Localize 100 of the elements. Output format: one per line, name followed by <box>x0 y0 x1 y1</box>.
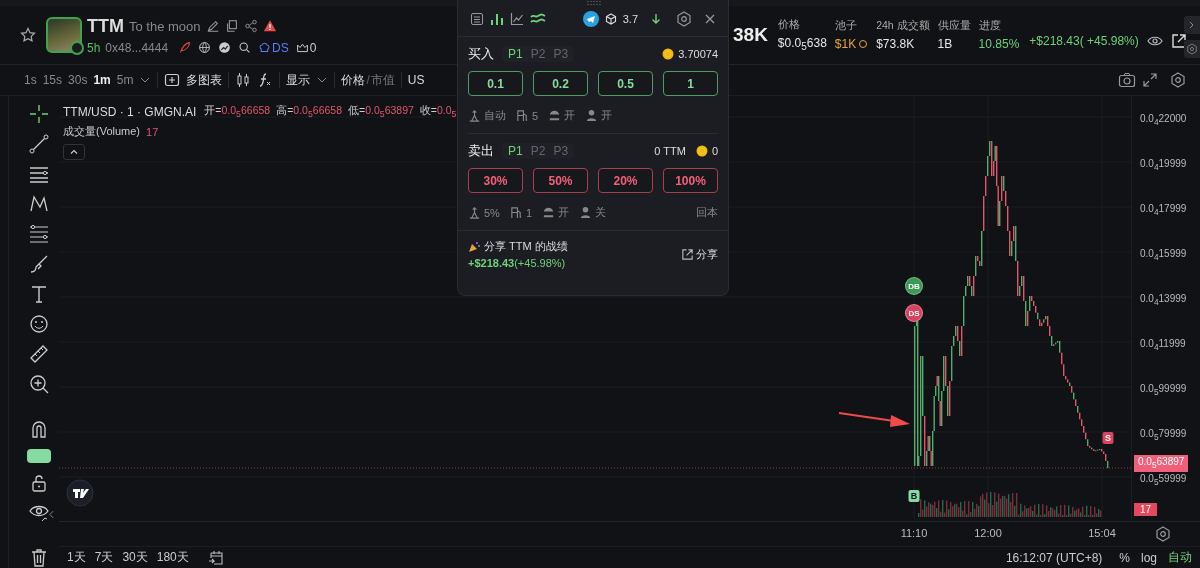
pattern-icon[interactable] <box>29 194 49 214</box>
globe-icon[interactable] <box>198 41 212 54</box>
drag-handle-icon[interactable] <box>587 0 601 6</box>
horizontal-lines-icon[interactable] <box>29 164 49 184</box>
trash-icon[interactable] <box>29 548 49 568</box>
buy-amount-button[interactable]: 0.5 <box>598 71 653 96</box>
ohlc-value: 开=0.0$_{5}$66658 <box>204 104 271 120</box>
arrow-annotation <box>838 412 910 427</box>
coin-icon <box>695 145 708 157</box>
setting-value: 5 <box>532 109 539 122</box>
line-chart-icon[interactable] <box>510 12 524 26</box>
buy-amount-button[interactable]: 0.2 <box>533 71 588 96</box>
dev-label[interactable]: DS <box>272 40 289 55</box>
sell-amount-button[interactable]: 30% <box>468 168 523 193</box>
multi-chart-button[interactable]: 多图表 <box>164 71 223 89</box>
collapse-legend-button[interactable] <box>63 144 85 161</box>
camera-icon[interactable] <box>1118 71 1136 89</box>
chart-logo-icon[interactable] <box>66 479 94 507</box>
ohlc-value: 低=0.0$_{5}$63897 <box>348 104 414 120</box>
ohlc-value: 高=0.0$_{5}$66658 <box>276 104 342 120</box>
buy-amount-button[interactable]: 0.1 <box>468 71 523 96</box>
zoom-in-icon[interactable] <box>29 374 49 394</box>
unlock-icon[interactable] <box>29 472 49 493</box>
range-button[interactable]: 7天 <box>94 549 114 566</box>
trade-marker[interactable]: DS <box>905 304 923 322</box>
time-axis-label: 11:10 <box>900 527 928 539</box>
burger-icon <box>548 109 562 122</box>
scale-mode-toggle[interactable]: % <box>1119 550 1130 565</box>
paper-plane-icon[interactable] <box>582 11 599 27</box>
edit-icon[interactable] <box>205 19 220 33</box>
star-icon[interactable] <box>20 27 36 43</box>
trade-marker[interactable]: B <box>908 490 920 502</box>
range-button[interactable]: 1天 <box>67 549 86 566</box>
trend-line-icon[interactable] <box>29 134 49 154</box>
currency-dropdown[interactable]: US <box>407 73 425 87</box>
collapse-icon[interactable] <box>49 510 54 519</box>
close-icon[interactable] <box>704 13 716 25</box>
share-title: 分享 TTM 的战绩 <box>484 239 568 254</box>
ruler-icon[interactable] <box>29 344 49 364</box>
cube-icon <box>604 13 617 25</box>
interval-tab[interactable]: 1s <box>24 73 37 87</box>
search-icon[interactable] <box>238 41 252 54</box>
scale-mode-toggle[interactable]: 自动 <box>1168 549 1192 566</box>
preset-tab[interactable]: P1 <box>505 143 526 159</box>
settings-icon[interactable] <box>676 11 692 27</box>
breakeven-button[interactable]: 回本 <box>696 205 718 220</box>
section-title: 卖出 <box>468 142 494 160</box>
settings-icon[interactable] <box>1155 526 1171 542</box>
stat-label: 池子 <box>834 19 858 33</box>
price-mode-toggle[interactable]: 市值 <box>370 71 395 89</box>
share-button[interactable]: 分享 <box>681 246 718 262</box>
settings-button[interactable] <box>1184 40 1200 58</box>
slash-divider: / <box>366 73 370 87</box>
fibonacci-icon[interactable] <box>29 224 49 244</box>
range-button[interactable]: 30天 <box>122 549 148 566</box>
sell-amount-button[interactable]: 50% <box>533 168 588 193</box>
text-tool-icon[interactable] <box>29 284 49 304</box>
range-button[interactable]: 180天 <box>156 549 189 566</box>
setting-value: 1 <box>525 206 533 219</box>
trade-marker[interactable]: DB <box>905 277 923 295</box>
interval-tab[interactable]: 5m <box>116 73 134 87</box>
table-icon[interactable] <box>470 12 484 26</box>
crosshair-icon[interactable] <box>29 104 49 124</box>
down-arrow-icon[interactable] <box>650 13 662 25</box>
calendar-icon[interactable] <box>207 549 224 566</box>
rating-value: 3.7 <box>622 13 638 25</box>
external-link-icon[interactable] <box>1170 33 1187 49</box>
bar-chart-icon[interactable] <box>490 12 504 26</box>
setting-value: 开 <box>564 108 576 123</box>
volume-tag: 17 <box>1134 503 1158 516</box>
emoji-icon[interactable] <box>29 314 49 334</box>
price-axis-label: 0.0$_{4}$11999 <box>1139 337 1187 351</box>
candlestick-icon[interactable] <box>235 72 252 88</box>
share-icon[interactable] <box>243 19 258 33</box>
chart-circle-icon[interactable] <box>218 41 232 54</box>
price-mode-toggle[interactable]: 价格 <box>341 71 366 89</box>
copy-icon[interactable] <box>224 19 239 33</box>
sell-amount-button[interactable]: 100% <box>663 168 718 193</box>
brush-icon[interactable] <box>29 254 49 274</box>
price-axis-label: 0.0$_{4}$13999 <box>1139 292 1188 306</box>
color-swatch[interactable] <box>27 449 51 463</box>
feather-icon[interactable] <box>178 41 192 54</box>
contract-address[interactable]: 0x48...4444 <box>105 40 169 55</box>
preset-tab[interactable]: P1 <box>505 46 526 62</box>
stat-value: 10.85% <box>978 37 1020 51</box>
interval-tab[interactable]: 15s <box>42 73 63 87</box>
fullscreen-icon[interactable] <box>1142 72 1158 88</box>
interval-tab[interactable]: 30s <box>68 73 88 87</box>
buy-amount-button[interactable]: 1 <box>663 71 718 96</box>
interval-tab[interactable]: 1m <box>93 73 111 87</box>
magnet-icon[interactable] <box>29 419 49 440</box>
sell-amount-button[interactable]: 20% <box>598 168 653 193</box>
display-dropdown[interactable]: 显示 <box>286 71 329 89</box>
trade-marker[interactable]: S <box>1102 432 1114 444</box>
setting-value: 关 <box>595 205 607 220</box>
fuel-pump-icon <box>516 109 529 122</box>
stat-value: 1B <box>937 37 953 51</box>
balance-value: 0 <box>711 145 718 157</box>
scale-mode-toggle[interactable]: log <box>1141 550 1157 565</box>
settings-icon[interactable] <box>1170 72 1186 88</box>
